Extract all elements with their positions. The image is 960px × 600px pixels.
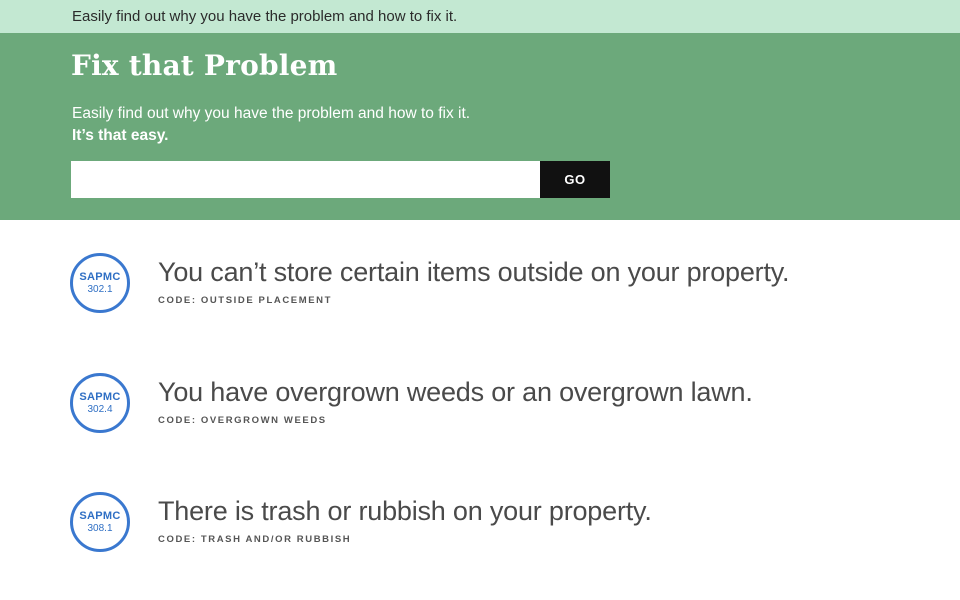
code-badge: SAPMC 302.4 [70, 373, 130, 433]
badge-number: 302.4 [87, 404, 113, 415]
problem-item[interactable]: SAPMC 302.4 You have overgrown weeds or … [70, 373, 930, 439]
problem-item[interactable]: SAPMC 308.1 There is trash or rubbish on… [70, 492, 930, 558]
hero-description-text: Easily find out why you have the problem… [72, 105, 471, 122]
badge-number: 302.1 [87, 284, 113, 295]
problem-code: CODE: OVERGROWN WEEDS [158, 415, 327, 426]
search-input[interactable] [71, 161, 540, 198]
go-button[interactable]: GO [540, 161, 610, 198]
problem-code: CODE: OUTSIDE PLACEMENT [158, 295, 333, 306]
badge-label: SAPMC [79, 271, 121, 283]
badge-number: 308.1 [87, 523, 113, 534]
code-badge: SAPMC 308.1 [70, 492, 130, 552]
hero-section: Fix that Problem Easily find out why you… [0, 33, 960, 220]
badge-label: SAPMC [79, 510, 121, 522]
top-banner-text: Easily find out why you have the problem… [72, 8, 458, 25]
problem-title[interactable]: You can’t store certain items outside on… [158, 257, 790, 288]
problem-title[interactable]: You have overgrown weeds or an overgrown… [158, 377, 753, 408]
hero-description: Easily find out why you have the problem… [72, 103, 470, 147]
page-title: Fix that Problem [71, 49, 338, 82]
problem-title[interactable]: There is trash or rubbish on your proper… [158, 496, 652, 527]
top-banner: Easily find out why you have the problem… [0, 0, 960, 33]
hero-tagline: It’s that easy. [72, 127, 169, 144]
code-badge: SAPMC 302.1 [70, 253, 130, 313]
badge-label: SAPMC [79, 391, 121, 403]
problem-code: CODE: TRASH AND/OR RUBBISH [158, 534, 352, 545]
problem-item[interactable]: SAPMC 302.1 You can’t store certain item… [70, 253, 930, 319]
